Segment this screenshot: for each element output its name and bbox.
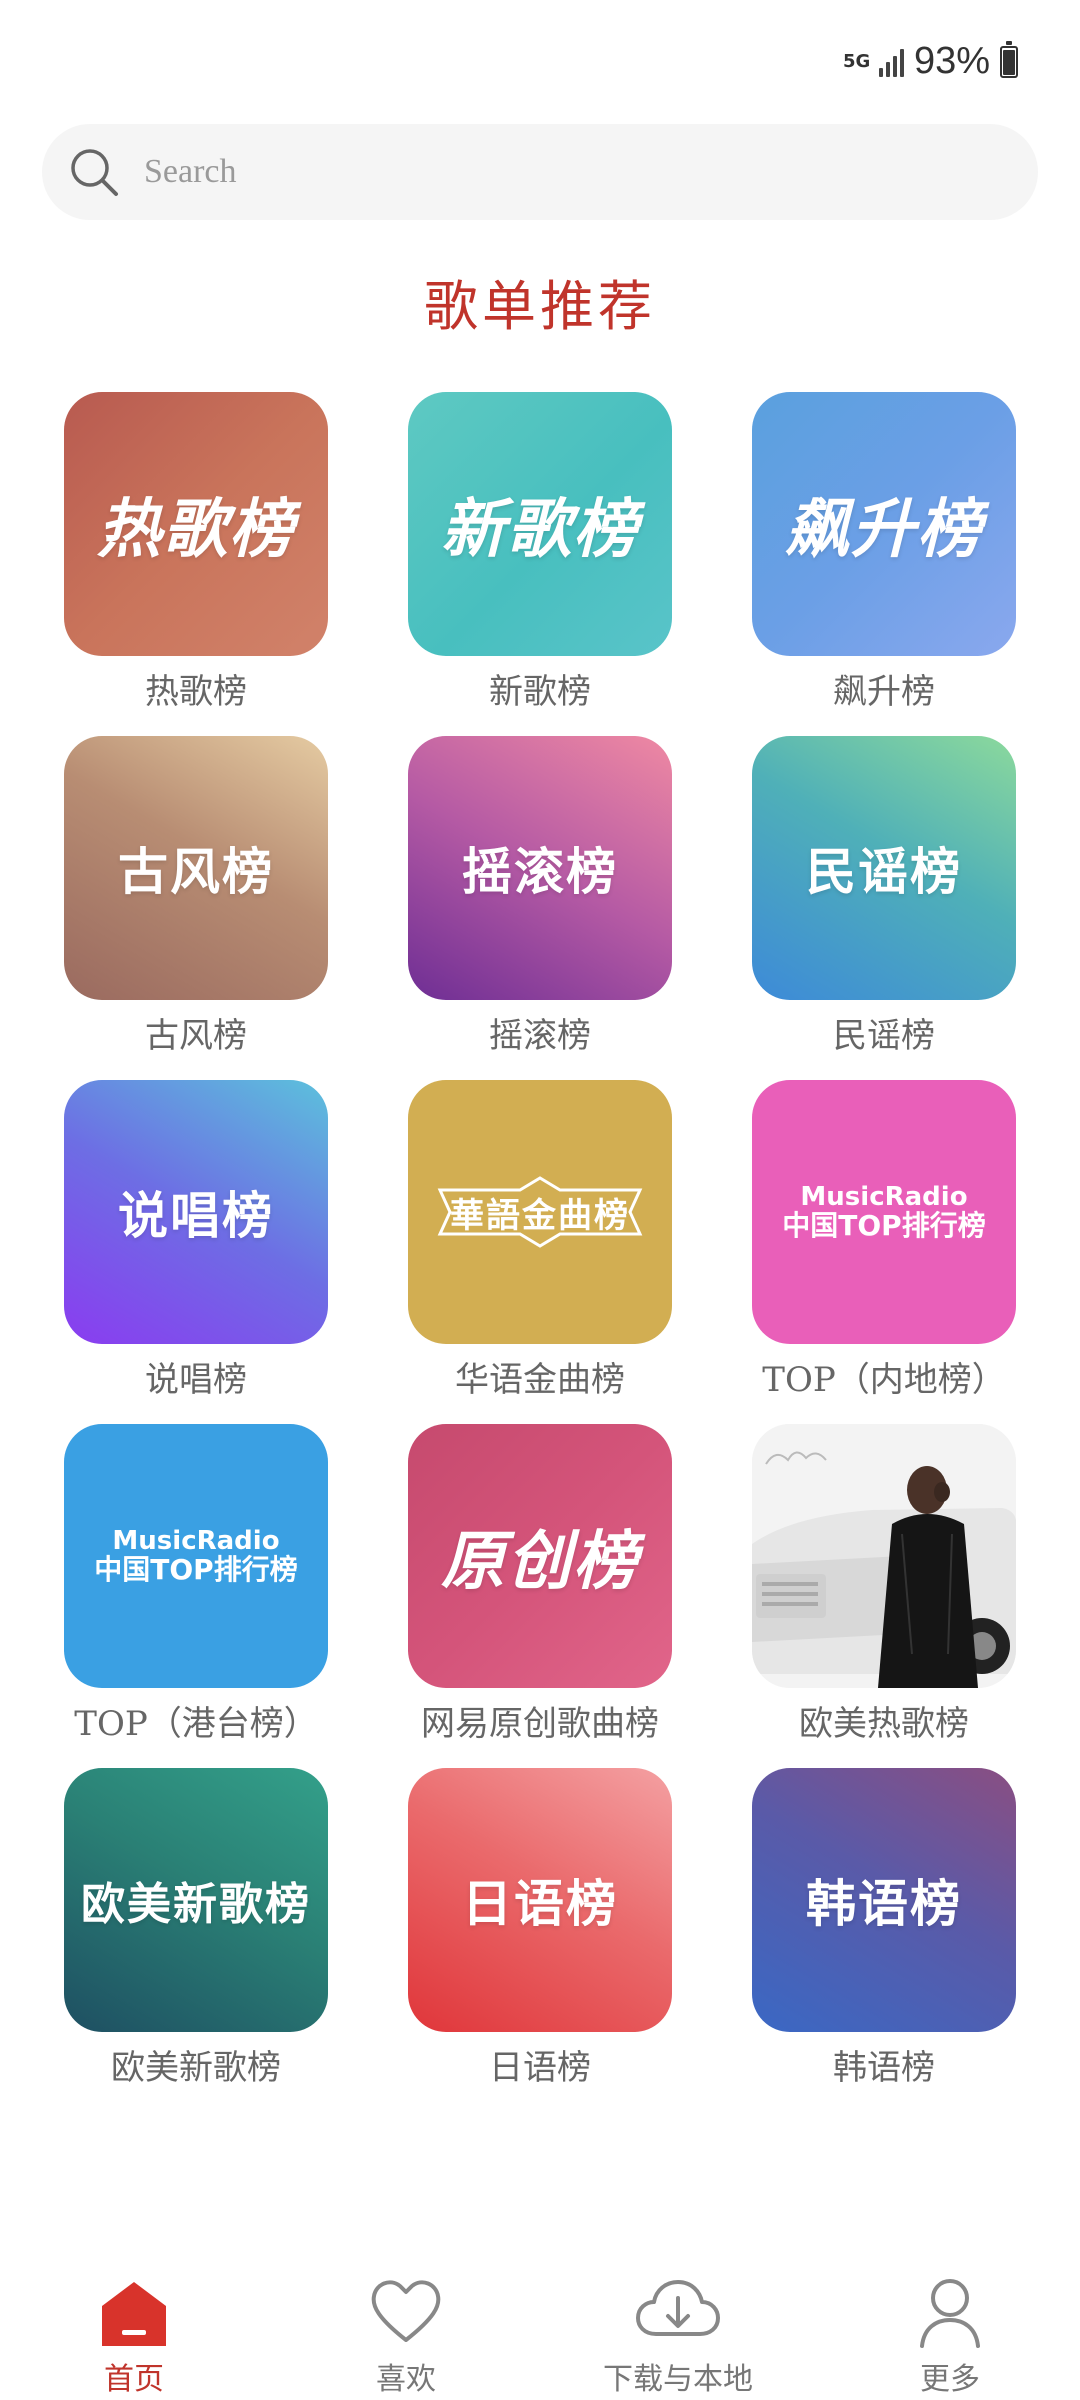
playlist-cover-rap[interactable]: 说唱榜 — [64, 1080, 328, 1344]
cover-title: 摇滚榜 — [462, 843, 618, 901]
playlist-card-western-new[interactable]: 欧美新歌榜 欧美新歌榜 — [40, 1768, 340, 2108]
playlist-card-top-mainland[interactable]: MusicRadio 中国TOP排行榜 TOP（内地榜） — [728, 1080, 1028, 1420]
music-radio-logo: MusicRadio 中国TOP排行榜 — [782, 1181, 986, 1242]
music-radio-logo: MusicRadio 中国TOP排行榜 — [94, 1525, 298, 1586]
heart-icon — [371, 2280, 441, 2342]
playlist-cover-folk[interactable]: 民谣榜 — [752, 736, 1016, 1000]
playlist-cover-ancient[interactable]: 古风榜 — [64, 736, 328, 1000]
playlist-label[interactable]: 热歌榜 — [0, 664, 392, 713]
home-icon — [102, 2282, 166, 2346]
cloud-download-icon — [636, 2280, 720, 2336]
cover-line1: MusicRadio — [800, 1181, 968, 1212]
status-indicators: 5G 93% — [843, 40, 1018, 83]
playlist-cover-rock[interactable]: 摇滚榜 — [408, 736, 672, 1000]
cover-title: 新歌榜 — [441, 493, 639, 567]
nav-label: 下载与本地 — [603, 2362, 753, 2397]
cover-title: 飙升榜 — [785, 493, 983, 567]
network-type: 5G — [842, 50, 871, 72]
playlist-card-ancient[interactable]: 古风榜 古风榜 — [40, 736, 340, 1076]
section-title: 歌单推荐 — [424, 275, 656, 338]
playlist-card-western-hot[interactable]: 欧美热歌榜 — [728, 1424, 1028, 1764]
nav-more[interactable]: 更多 — [850, 2262, 1050, 2400]
playlist-cover-rising[interactable]: 飙升榜 — [752, 392, 1016, 656]
playlist-cover-golden[interactable]: 華語金曲榜 — [408, 1080, 672, 1344]
signal-icon — [878, 47, 904, 77]
playlist-label[interactable]: 日语榜 — [344, 2040, 736, 2089]
playlist-card-rap[interactable]: 说唱榜 说唱榜 — [40, 1080, 340, 1420]
nav-downloads[interactable]: 下载与本地 — [578, 2262, 778, 2400]
nav-label: 首页 — [104, 2362, 164, 2397]
playlist-label[interactable]: 欧美新歌榜 — [0, 2040, 392, 2089]
bottom-nav: 首页 喜欢 下载与本地 更多 — [0, 2262, 1080, 2400]
cover-title: 欧美新歌榜 — [81, 1879, 311, 1930]
cover-title: 日语榜 — [462, 1875, 618, 1933]
playlist-label[interactable]: 飙升榜 — [688, 664, 1080, 713]
nav-label: 喜欢 — [376, 2362, 436, 2397]
status-bar: 5G 93% — [0, 0, 1080, 110]
playlist-card-hot[interactable]: 热歌榜 热歌榜 — [40, 392, 340, 732]
playlist-card-original[interactable]: 原创榜 网易原创歌曲榜 — [384, 1424, 684, 1764]
cover-title: 韩语榜 — [806, 1875, 962, 1933]
nav-label: 更多 — [920, 2362, 980, 2397]
playlist-label[interactable]: 摇滚榜 — [344, 1008, 736, 1057]
battery-icon — [1000, 40, 1018, 78]
cover-title: 華語金曲榜 — [450, 1195, 630, 1236]
cover-title: 原创榜 — [441, 1525, 639, 1599]
golden-banner: 華語金曲榜 — [436, 1176, 644, 1248]
cover-line2: 中国TOP排行榜 — [782, 1208, 986, 1242]
cover-line1: MusicRadio — [112, 1525, 280, 1556]
playlist-cover-western-hot[interactable] — [752, 1424, 1016, 1688]
playlist-card-japanese[interactable]: 日语榜 日语榜 — [384, 1768, 684, 2108]
playlist-label[interactable]: 华语金曲榜 — [344, 1352, 736, 1401]
playlist-card-korean[interactable]: 韩语榜 韩语榜 — [728, 1768, 1028, 2108]
album-photo-image — [752, 1424, 1016, 1688]
playlist-cover-japanese[interactable]: 日语榜 — [408, 1768, 672, 2032]
playlist-label[interactable]: 新歌榜 — [344, 664, 736, 713]
playlist-card-rising[interactable]: 飙升榜 飙升榜 — [728, 392, 1028, 732]
playlist-card-rock[interactable]: 摇滚榜 摇滚榜 — [384, 736, 684, 1076]
playlist-label[interactable]: 网易原创歌曲榜 — [344, 1696, 736, 1745]
search-input[interactable] — [142, 152, 966, 192]
playlist-label[interactable]: 欧美热歌榜 — [688, 1696, 1080, 1745]
playlist-label[interactable]: TOP（内地榜） — [688, 1352, 1080, 1401]
battery-percent: 93% — [913, 40, 990, 82]
playlist-label[interactable]: 民谣榜 — [688, 1008, 1080, 1057]
playlist-card-folk[interactable]: 民谣榜 民谣榜 — [728, 736, 1028, 1076]
cover-title: 热歌榜 — [97, 493, 295, 567]
cover-title: 古风榜 — [118, 843, 274, 901]
nav-home[interactable]: 首页 — [34, 2262, 234, 2400]
playlist-card-top-hk-tw[interactable]: MusicRadio 中国TOP排行榜 TOP（港台榜） — [40, 1424, 340, 1764]
search-icon — [71, 149, 118, 196]
playlist-cover-top-hk-tw[interactable]: MusicRadio 中国TOP排行榜 — [64, 1424, 328, 1688]
search-bar[interactable] — [42, 124, 1038, 220]
cover-line2: 中国TOP排行榜 — [94, 1552, 298, 1586]
user-icon — [920, 2279, 980, 2348]
nav-favorites[interactable]: 喜欢 — [306, 2262, 506, 2400]
playlist-cover-korean[interactable]: 韩语榜 — [752, 1768, 1016, 2032]
playlist-card-new[interactable]: 新歌榜 新歌榜 — [384, 392, 684, 732]
playlist-cover-hot[interactable]: 热歌榜 — [64, 392, 328, 656]
playlist-label[interactable]: 古风榜 — [0, 1008, 392, 1057]
playlist-cover-western-new[interactable]: 欧美新歌榜 — [64, 1768, 328, 2032]
playlist-cover-original[interactable]: 原创榜 — [408, 1424, 672, 1688]
cover-title: 说唱榜 — [118, 1187, 274, 1245]
playlist-label[interactable]: TOP（港台榜） — [0, 1696, 392, 1745]
cover-title: 民谣榜 — [806, 843, 962, 901]
playlist-cover-new[interactable]: 新歌榜 — [408, 392, 672, 656]
playlist-label[interactable]: 韩语榜 — [688, 2040, 1080, 2089]
playlist-card-golden[interactable]: 華語金曲榜 华语金曲榜 — [384, 1080, 684, 1420]
playlist-cover-top-mainland[interactable]: MusicRadio 中国TOP排行榜 — [752, 1080, 1016, 1344]
playlist-label[interactable]: 说唱榜 — [0, 1352, 392, 1401]
